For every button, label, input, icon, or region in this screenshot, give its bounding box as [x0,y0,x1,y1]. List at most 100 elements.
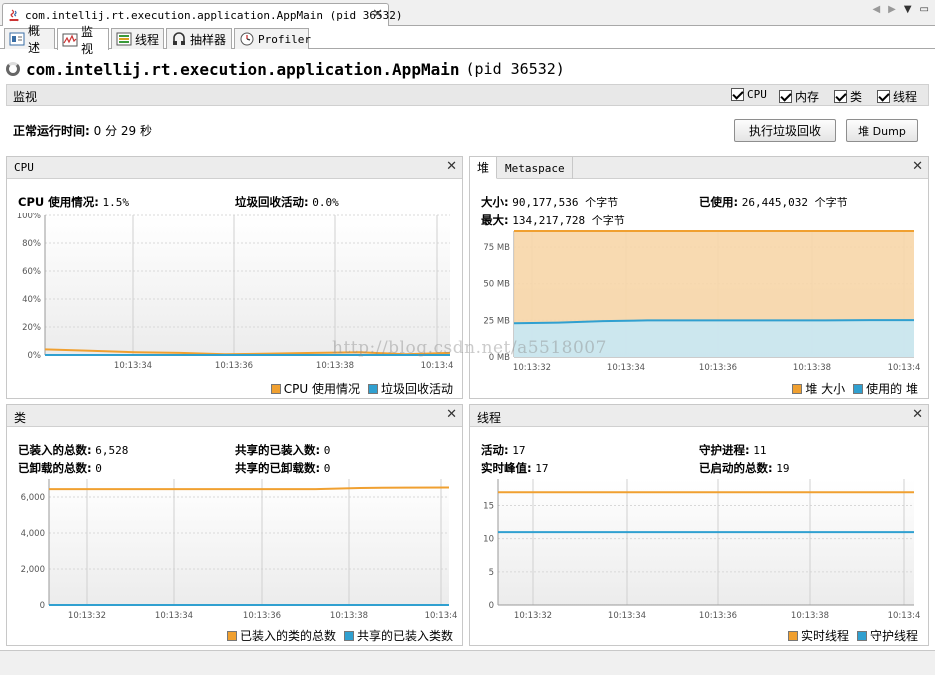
heap-panel-close-icon[interactable]: ✕ [912,159,923,174]
classes-unloaded-value: 0 [95,462,102,475]
scroll-left-icon[interactable]: ◀ [872,4,880,15]
heap-dump-button[interactable]: 堆 Dump [846,119,918,142]
classes-panel-title: 类 [14,411,27,425]
monitor-icon [62,33,78,47]
document-tab[interactable]: com.intellij.rt.execution.application.Ap… [2,3,403,26]
threads-xtick-label: 10:13:4 [888,611,921,621]
threads-xtick-label: 10:13:34 [608,611,646,621]
threads-xtick-label: 10:13:32 [514,611,552,621]
threads-legend-live-swatch [787,630,798,641]
monitor-section-label: 监视 [13,90,38,104]
threads-panel-title: 线程 [477,411,502,425]
tab-overview[interactable]: 概述 [4,24,55,55]
heap-size-label: 大小: [481,195,509,209]
uptime-value: 0 分 29 秒 [93,124,152,138]
classes-legend-loaded: 已装入的类的总数 [226,627,336,644]
checkbox-threads[interactable]: 线程 [877,88,917,105]
checkbox-cpu-box[interactable] [731,88,744,101]
threads-panel-close-icon[interactable]: ✕ [912,407,923,422]
tab-heap[interactable]: 堆 [470,157,498,179]
classes-xtick-label: 10:13:32 [68,611,106,621]
threads-legend-live-label: 实时线程 [800,629,849,643]
tab-profiler[interactable]: Profiler [234,28,311,49]
threads-legend-daemon-swatch [856,630,867,641]
threads-ytick-label: 5 [489,568,494,578]
cpu-plot-area [45,215,450,355]
threads-ytick-label: 15 [483,502,494,512]
checkbox-cpu-label: CPU [747,88,767,101]
profiler-clock-icon [239,32,255,46]
shared-unloaded-stat: 共享的已卸载数: 0 [235,460,330,476]
threads-ytick-label: 10 [483,535,494,545]
threads-daemon-label: 守护进程: [699,443,750,457]
tab-overview-label: 概述 [28,24,41,55]
tab-list-dropdown-icon[interactable]: ▼ [904,4,912,15]
checkbox-cpu[interactable]: CPU [731,88,767,101]
classes-loaded-value: 6,528 [95,444,129,457]
heap-xtick-label: 10:13:4 [888,363,921,373]
classes-panel-close-icon[interactable]: ✕ [446,407,457,422]
cpu-panel-title: CPU [14,161,34,174]
heap-used-label: 已使用: [699,195,739,209]
gc-activity-label: 垃圾回收活动: [235,195,309,209]
cpu-chart: 0% 20% 40% 60% 80% 100% 10:13:34 10:13:36 10:13:… [17,213,454,371]
shared-unloaded-label: 共享的已卸载数: [235,461,321,475]
tab-threads[interactable]: 线程 [111,28,164,49]
tab-metaspace[interactable]: Metaspace [498,157,573,179]
classes-xtick-label: 10:13:36 [243,611,281,621]
classes-legend-loaded-swatch [226,630,237,641]
cpu-panel: CPU ✕ CPU 使用情况: 1.5% 垃圾回收活动: 0.0% 0% 20% 4… [6,156,463,399]
threads-live-value: 17 [512,444,526,457]
cpu-ytick-label: 80% [22,239,41,249]
threads-chart: 0 5 10 15 10:13:32 10:13:34 10:13:36 10:13:38 10… [483,479,921,621]
classes-plot-area [49,479,449,605]
checkbox-memory[interactable]: 内存 [779,88,819,105]
heap-max-value: 134,217,728 个字节 [512,214,625,227]
checkbox-classes[interactable]: 类 [834,88,862,105]
threads-daemon-stat: 守护进程: 11 [699,442,767,458]
shared-loaded-stat: 共享的已装入数: 0 [235,442,330,458]
checkbox-threads-box[interactable] [877,90,890,103]
tab-monitor[interactable]: 监视 [57,25,109,56]
perform-gc-button[interactable]: 执行垃圾回收 [734,119,836,142]
scroll-right-icon[interactable]: ▶ [888,4,896,15]
threads-daemon-value: 11 [753,444,767,457]
classes-panel: 类 ✕ 已装入的总数: 6,528 共享的已装入数: 0 已卸载的总数: 0 共… [6,404,463,646]
classes-loaded-label: 已装入的总数: [18,443,92,457]
classes-ytick-label: 0 [40,601,45,611]
heap-max-stat: 最大: 134,217,728 个字节 [481,212,625,228]
classes-xtick-label: 10:13:38 [330,611,368,621]
heap-chart: 0 MB 25 MB 50 MB 75 MB 10:13:32 10:13:34 10:13… [483,230,921,373]
cpu-xtick-label: 10:13:36 [215,361,253,371]
uptime-label: 正常运行时间: [13,124,90,138]
cpu-xtick-label: 10:13:34 [114,361,152,371]
classes-xtick-label: 10:13:34 [155,611,193,621]
app-pid: (pid 36532) [465,60,565,78]
checkbox-classes-box[interactable] [834,90,847,103]
status-bar [0,650,935,675]
java-app-icon [7,8,21,22]
tab-sampler[interactable]: 抽样器 [166,28,232,49]
heap-ytick-label: 50 MB [483,280,510,290]
maximize-icon[interactable]: ▭ [920,4,929,15]
threads-peak-value: 17 [535,462,549,475]
heap-ytick-label: 75 MB [483,243,510,253]
tab-strip-controls: ◀ ▶ ▼ ▭ [872,4,929,15]
cpu-legend: CPU 使用情况 垃圾回收活动 [263,380,453,397]
threads-started-label: 已启动的总数: [699,461,773,475]
classes-ytick-label: 2,000 [21,565,45,575]
cpu-panel-close-icon[interactable]: ✕ [446,159,457,174]
cpu-xtick-label: 10:13:4 [421,361,454,371]
document-tab-close-icon[interactable]: ✕ [372,7,383,22]
heap-legend-used-label: 使用的 堆 [866,382,918,396]
classes-unloaded-label: 已卸载的总数: [18,461,92,475]
tab-monitor-label: 监视 [81,24,94,56]
uptime: 正常运行时间: 0 分 29 秒 [13,122,152,139]
tab-threads-label: 线程 [135,32,160,47]
threads-started-value: 19 [776,462,790,475]
heap-size-value: 90,177,536 个字节 [512,196,619,209]
cpu-ytick-label: 100% [17,213,41,221]
checkbox-memory-box[interactable] [779,90,792,103]
threads-xtick-label: 10:13:36 [699,611,737,621]
heap-panel: 堆 Metaspace ✕ 大小: 90,177,536 个字节 已使用: 26… [469,156,929,399]
